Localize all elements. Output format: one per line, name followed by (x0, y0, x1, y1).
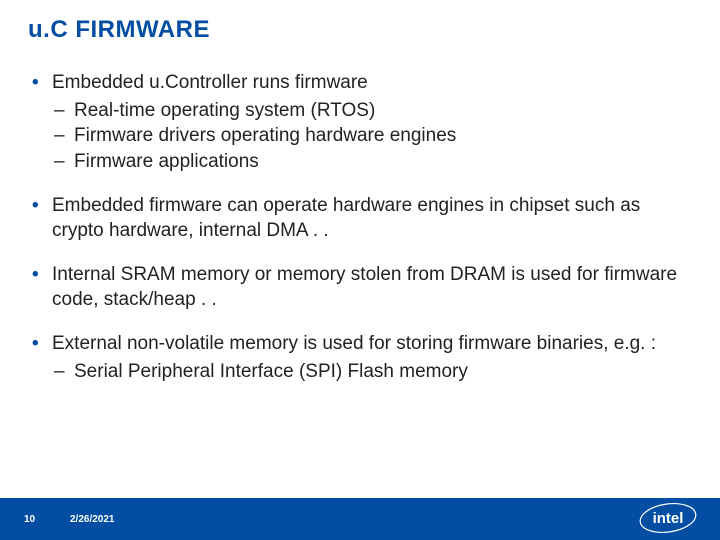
sub-list: Serial Peripheral Interface (SPI) Flash … (52, 359, 692, 385)
sub-item: Firmware drivers operating hardware engi… (52, 123, 692, 149)
page-number: 10 (24, 514, 52, 525)
bullet-item: Internal SRAM memory or memory stolen fr… (28, 262, 692, 313)
bullet-item: External non-volatile memory is used for… (28, 331, 692, 384)
bullet-text: External non-volatile memory is used for… (52, 333, 656, 354)
bullet-list: Embedded u.Controller runs firmware Real… (28, 70, 692, 384)
slide-content: Embedded u.Controller runs firmware Real… (28, 70, 692, 402)
sub-item: Real-time operating system (RTOS) (52, 98, 692, 124)
slide-title: u.C FIRMWARE (28, 16, 210, 44)
bullet-item: Embedded firmware can operate hardware e… (28, 193, 692, 244)
svg-text:intel: intel (653, 510, 684, 527)
footer-date: 2/26/2021 (70, 514, 115, 525)
sub-item: Serial Peripheral Interface (SPI) Flash … (52, 359, 692, 385)
bullet-text: Embedded firmware can operate hardware e… (52, 195, 640, 242)
footer-bar: 10 2/26/2021 intel (0, 498, 720, 540)
bullet-text: Embedded u.Controller runs firmware (52, 72, 368, 93)
sub-list: Real-time operating system (RTOS) Firmwa… (52, 98, 692, 175)
bullet-item: Embedded u.Controller runs firmware Real… (28, 70, 692, 175)
intel-logo-icon: intel (638, 500, 698, 536)
bullet-text: Internal SRAM memory or memory stolen fr… (52, 264, 677, 311)
sub-item: Firmware applications (52, 149, 692, 175)
